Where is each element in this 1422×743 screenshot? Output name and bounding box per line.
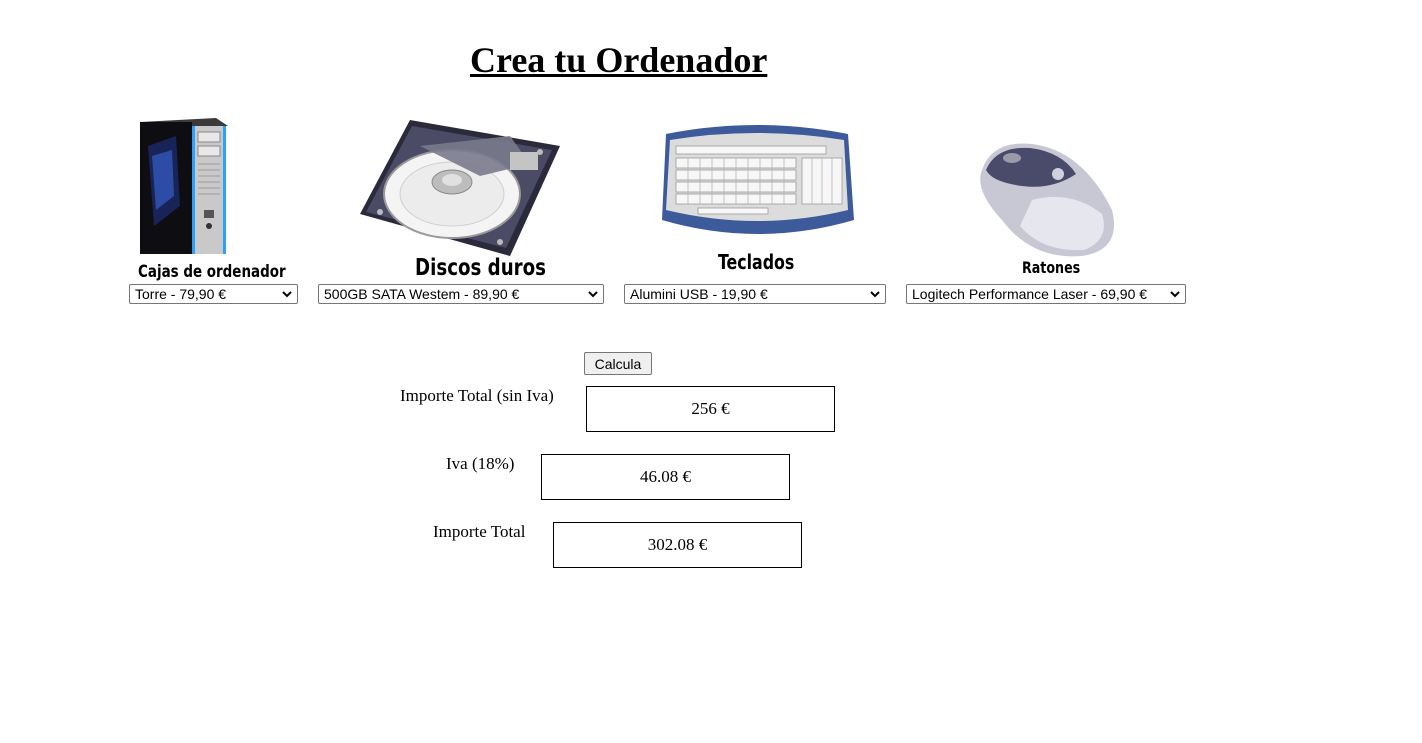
discos-select[interactable]: 500GB SATA Westem - 89,90 €: [318, 284, 604, 304]
select-value: 500GB SATA Westem - 89,90 €: [324, 286, 520, 302]
iva-value: 46.08 €: [640, 467, 691, 486]
chevron-down-icon: [870, 291, 880, 298]
select-value: Torre - 79,90 €: [135, 286, 227, 302]
product-caption-discos: Discos duros: [415, 255, 547, 281]
keyboard-icon: [662, 125, 854, 234]
mouse-icon: [980, 143, 1114, 257]
iva-field: 46.08 €: [541, 454, 790, 500]
importe-total-value: 302.08 €: [647, 535, 708, 554]
product-caption-cajas: Cajas de ordenador: [138, 262, 286, 282]
importe-total-label: Importe Total: [433, 522, 526, 541]
cajas-select[interactable]: Torre - 79,90 €: [129, 284, 298, 304]
select-value: Alumini USB - 19,90 €: [630, 286, 768, 302]
ratones-select[interactable]: Logitech Performance Laser - 69,90 €: [906, 284, 1186, 304]
calcula-button[interactable]: Calcula: [584, 352, 652, 375]
importe-total-field: 302.08 €: [553, 522, 802, 568]
chevron-down-icon: [1170, 291, 1180, 298]
product-caption-teclados: Teclados: [718, 250, 795, 274]
teclados-select[interactable]: Alumini USB - 19,90 €: [624, 284, 886, 304]
select-value: Logitech Performance Laser - 69,90 €: [912, 286, 1148, 302]
importe-sin-iva-field: 256 €: [586, 386, 835, 432]
iva-label: Iva (18%): [446, 454, 515, 473]
hard-drive-icon: [360, 120, 560, 256]
chevron-down-icon: [588, 291, 598, 298]
importe-sin-iva-value: 256 €: [691, 399, 730, 418]
page-title: Crea tu Ordenador: [470, 40, 768, 80]
pc-tower-icon: [140, 118, 228, 254]
chevron-down-icon: [282, 291, 292, 298]
importe-sin-iva-label: Importe Total (sin Iva): [400, 386, 554, 405]
product-caption-ratones: Ratones: [1022, 258, 1081, 277]
